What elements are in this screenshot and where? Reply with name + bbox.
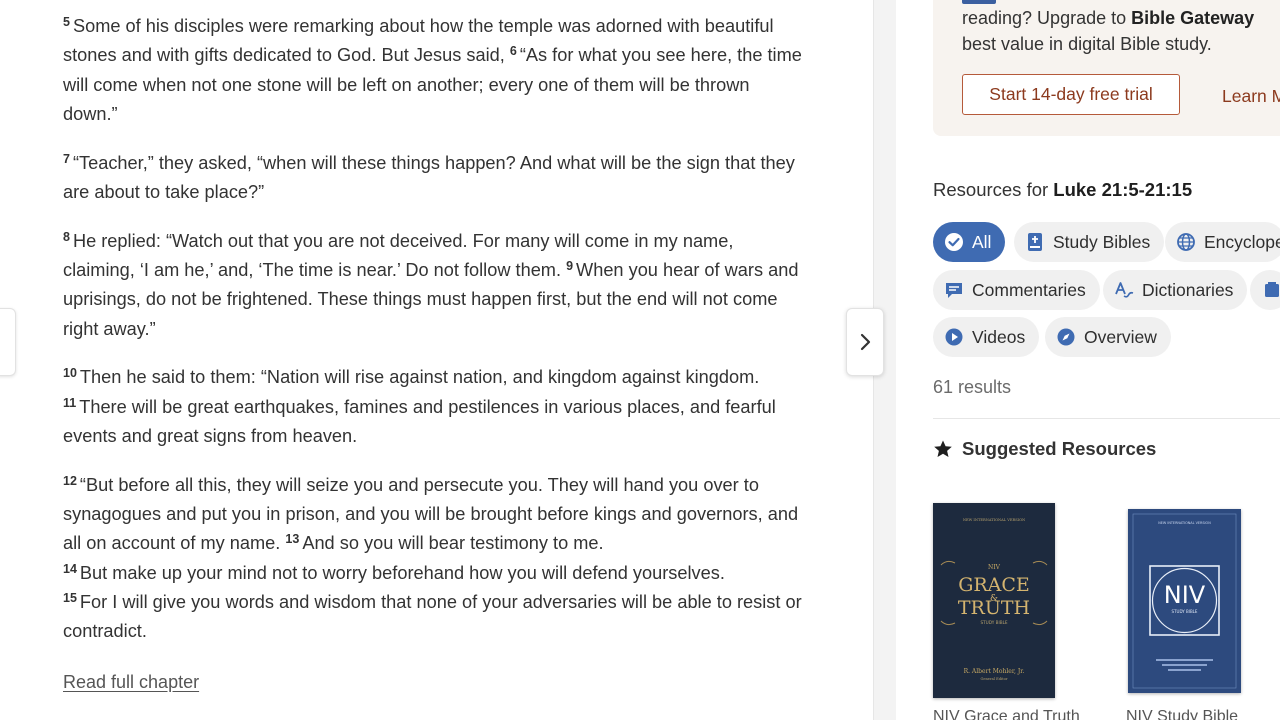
globe-icon [1176,232,1196,252]
suggested-title-text: Suggested Resources [962,438,1157,459]
verse-text: For I will give you words and wisdom tha… [63,592,802,642]
cover-niv-text: NIV [1164,581,1206,609]
cover-subtitle: STUDY BIBLE [1172,609,1198,614]
verse-paragraph: 10 Then he said to them: “Nation will ris… [63,363,808,451]
cover-niv-text: NIV [988,564,1001,571]
verse-number: 12 [63,473,77,488]
check-circle-icon [944,232,964,252]
verse-number: 8 [63,229,70,244]
verse-text: “Teacher,” they asked, “when will these … [63,152,795,202]
cover-title-line1: GRACE [958,574,1030,596]
book-cover-grace-and-truth[interactable]: NEW INTERNATIONAL VERSION NIV GRACE & TR… [933,503,1055,698]
prev-passage-handle[interactable] [0,308,16,376]
verse-text: But make up your mind not to worry befor… [79,562,725,583]
verse-text: There will be great earthquakes, famines… [63,396,776,447]
verse-paragraph: 8 He replied: “Watch out that you are not… [63,227,808,344]
cover-author: R. Albert Mohler, Jr. [964,668,1025,675]
cover-title-line2: TRUTH [958,597,1030,619]
cover-author-role: General Editor [981,677,1008,681]
cover-subtitle: STUDY BIBLE [980,620,1007,625]
verse-paragraph: 5 Some of his disciples were remarking ab… [63,12,808,129]
verse-number: 9 [566,259,574,274]
book-caption[interactable]: NIV Study Bible [1126,708,1238,720]
compass-icon [1056,327,1076,347]
verse-number: 15 [63,591,77,606]
promo-line2: best value in digital Bible study. [962,34,1212,54]
filter-label: Commentaries [972,279,1086,300]
filter-label: All [972,231,992,252]
cover-top-text: NEW INTERNATIONAL VERSION [963,518,1025,522]
learn-more-link[interactable]: Learn M [1222,86,1280,107]
passage-text: 5 Some of his disciples were remarking ab… [63,12,808,666]
filter-videos[interactable]: Videos [933,317,1040,357]
suggested-resources-heading: Suggested Resources [933,438,1156,460]
filter-encyclopedias[interactable]: Encyclope [1165,222,1280,262]
verse-text: Then he said to them: “Nation will rise … [79,367,760,388]
promo-brand: Bible Gateway [1131,8,1255,28]
read-full-chapter-link[interactable]: Read full chapter [63,672,199,693]
resources-heading: Resources for Luke 21:5-21:15 [933,179,1192,201]
filter-label: Dictionaries [1142,279,1234,300]
comment-icon [944,280,964,300]
play-icon [944,327,964,347]
passage-reference: Luke 21:5-21:15 [1053,179,1193,200]
verse-number: 10 [63,366,77,381]
dictionary-icon [1114,280,1134,300]
chevron-right-icon [860,333,871,351]
filter-label: Videos [972,326,1026,347]
book-cover-art: NEW INTERNATIONAL VERSION NIV GRACE & TR… [933,503,1055,698]
passage-panel: 5 Some of his disciples were remarking ab… [0,0,873,720]
resources-sidebar: reading? Upgrade to Bible Gateway best va… [896,0,1280,720]
filter-label: Study Bibles [1053,231,1151,252]
section-divider [933,418,1280,419]
filter-dictionaries[interactable]: Dictionaries [1103,270,1248,310]
star-icon [933,439,953,459]
verse-paragraph: 7 “Teacher,” they asked, “when will these… [63,149,808,208]
verse-number: 13 [285,532,300,547]
study-bible-icon [1025,232,1045,252]
verse-paragraph: 12 “But before all this, they will seize … [63,471,808,647]
filter-label: Overview [1084,326,1157,347]
filter-commentaries[interactable]: Commentaries [933,270,1100,310]
next-passage-button[interactable] [846,308,884,376]
filter-label: Encyclope [1204,231,1280,252]
book-cover-art: NEW INTERNATIONAL VERSION NIV STUDY BIBL… [1128,509,1241,693]
verse-text: And so you will bear testimony to me. [302,533,604,554]
start-free-trial-button[interactable]: Start 14-day free trial [962,74,1180,115]
library-icon [1262,280,1280,300]
resources-heading-prefix: Resources for [933,179,1054,200]
verse-number: 5 [63,15,70,29]
promo-line1: reading? Upgrade to [962,8,1132,28]
book-cover-niv-study-bible[interactable]: NEW INTERNATIONAL VERSION NIV STUDY BIBL… [1128,509,1241,693]
filter-overview[interactable]: Overview [1045,317,1171,357]
results-count: 61 results [933,377,1012,397]
verse-number: 6 [509,44,517,59]
promo-badge [962,0,996,4]
book-caption[interactable]: NIV Grace and Truth [933,708,1080,720]
promo-text: reading? Upgrade to Bible Gateway best va… [962,5,1280,57]
filter-more[interactable] [1250,270,1280,310]
upgrade-promo: reading? Upgrade to Bible Gateway best va… [933,0,1280,136]
filter-study-bibles[interactable]: Study Bibles [1014,222,1165,262]
filter-all[interactable]: All [933,222,1006,262]
verse-number: 11 [63,395,77,410]
cover-top-text: NEW INTERNATIONAL VERSION [1158,521,1211,525]
verse-number: 14 [63,561,77,576]
verse-number: 7 [63,151,70,166]
